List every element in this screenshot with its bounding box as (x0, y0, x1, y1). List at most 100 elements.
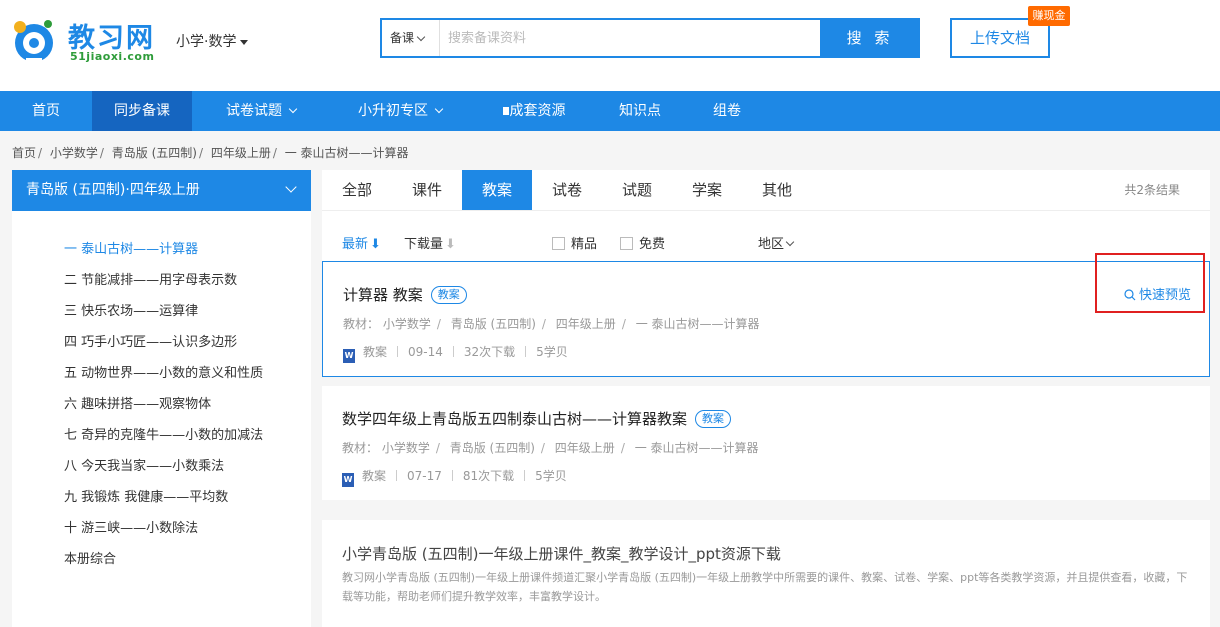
earn-cash-badge[interactable]: 赚现金 (1028, 6, 1070, 26)
result-title-text: 数学四年级上青岛版五四制泰山古树——计算器教案 (342, 410, 688, 428)
meta-edition: 青岛版 (五四制) (449, 441, 535, 455)
subject-label: 小学·数学 (176, 34, 237, 50)
upload-date: 09-14 (408, 345, 443, 359)
result-card[interactable]: 数学四年级上青岛版五四制泰山古树——计算器教案 教案 教材： 小学数学 / 青岛版 … (322, 386, 1210, 500)
region-label: 地区 (758, 237, 785, 252)
sort-newest-label: 最新 (342, 237, 369, 252)
free-label: 免费 (639, 237, 666, 252)
chevron-down-icon (288, 104, 298, 114)
main-nav: 首页 同步备课 试卷试题 小升初专区 成套资源 知识点 组卷 (0, 91, 1220, 131)
unit-item[interactable]: 七 奇异的克隆牛——小数的加减法 (64, 424, 263, 443)
tab-test-papers[interactable]: 试卷 (532, 170, 602, 210)
unit-item[interactable]: 九 我锻炼 我健康——平均数 (64, 486, 228, 505)
tab-other[interactable]: 其他 (742, 170, 812, 210)
type-tag: 教案 (430, 286, 467, 304)
nav-label: 成套资源 (509, 103, 566, 119)
result-meta: 教材： 小学数学 / 青岛版 (五四制) / 四年级上册 / 一 泰山古树——计算器 (342, 441, 759, 455)
nav-item-home[interactable]: 首页 (0, 91, 92, 131)
meta-subject: 小学数学 (382, 317, 431, 331)
unit-item[interactable]: 十 游三峡——小数除法 (64, 517, 198, 536)
seo-summary: 小学青岛版 (五四制)一年级上册课件_教案_教学设计_ppt资源下载 教习网小学… (322, 520, 1210, 627)
owl-logo-icon (14, 20, 53, 63)
tab-all[interactable]: 全部 (322, 170, 392, 210)
unit-item[interactable]: 三 快乐农场——运算律 (64, 300, 198, 319)
chevron-down-icon (434, 104, 444, 114)
filter-bar: 最新 ⬇ 下载量 ⬇ 精品 免费 地区 (322, 211, 1210, 261)
nav-item-knowledge[interactable]: 知识点 (604, 91, 676, 131)
nav-item-sync-prep[interactable]: 同步备课 (92, 91, 192, 131)
unit-item[interactable]: 一 泰山古树——计算器 (64, 238, 198, 257)
unit-item[interactable]: 六 趣味拼搭——观察物体 (64, 393, 211, 412)
site-logo[interactable]: 教习网 51jiaoxi.com (12, 16, 162, 66)
filter-free[interactable]: 免费 (620, 233, 665, 252)
nav-item-junior-entrance[interactable]: 小升初专区 (340, 91, 460, 131)
meta-prefix: 教材： (342, 441, 379, 455)
result-title[interactable]: 计算器 教案 教案 (343, 284, 467, 305)
download-count: 32次下载 (463, 345, 516, 359)
type-tag: 教案 (695, 410, 732, 428)
sort-newest[interactable]: 最新 ⬇ (342, 233, 381, 252)
breadcrumb-subject[interactable]: 小学数学 (50, 146, 98, 160)
seo-title: 小学青岛版 (五四制)一年级上册课件_教案_教学设计_ppt资源下载 (342, 545, 781, 563)
tab-questions[interactable]: 试题 (602, 170, 672, 210)
free-checkbox[interactable] (620, 237, 633, 250)
nav-label: 同步备课 (114, 103, 170, 119)
breadcrumb-home[interactable]: 首页 (12, 146, 36, 160)
search-input[interactable] (448, 20, 818, 56)
cost: 5学贝 (536, 345, 568, 359)
nav-label: 小升初专区 (358, 103, 428, 119)
arrow-down-icon: ⬇ (445, 237, 456, 252)
meta-grade: 四年级上册 (555, 317, 616, 331)
breadcrumb: 首页 / 小学数学 / 青岛版 (五四制) / 四年级上册 / 一 泰山古树——计算器 (12, 146, 409, 160)
resource-type-tabs: 全部 课件 教案 试卷 试题 学案 其他 共2条结果 (322, 170, 1210, 211)
chevron-down-icon (416, 32, 426, 42)
unit-item[interactable]: 二 节能减排——用字母表示数 (64, 269, 237, 288)
premium-checkbox[interactable] (552, 237, 565, 250)
sort-downloads-label: 下载量 (404, 237, 444, 252)
nav-label: 首页 (32, 103, 60, 119)
tab-courseware[interactable]: 课件 (392, 170, 462, 210)
result-card[interactable]: 计算器 教案 教案 教材： 小学数学 / 青岛版 (五四制) / 四年级上册 / 一 泰… (322, 261, 1210, 377)
textbook-selector[interactable]: 青岛版 (五四制)·四年级上册 (12, 170, 311, 211)
header: 教习网 51jiaoxi.com 小学·数学 备课 搜 索 上传文档 赚现金 (0, 0, 1220, 91)
upload-date: 07-17 (407, 469, 442, 483)
textbook-label: 青岛版 (五四制)·四年级上册 (26, 182, 200, 198)
nav-label: 组卷 (713, 103, 741, 119)
word-doc-icon: W (343, 349, 355, 363)
nav-item-papers[interactable]: 试卷试题 (205, 91, 317, 131)
breadcrumb-grade[interactable]: 四年级上册 (211, 146, 271, 160)
result-title[interactable]: 数学四年级上青岛版五四制泰山古树——计算器教案 教案 (342, 408, 732, 429)
meta-unit: 一 泰山古树——计算器 (635, 317, 760, 331)
filter-region[interactable]: 地区 (758, 233, 795, 252)
logo-domain: 51jiaoxi.com (70, 50, 155, 63)
search-type-label: 备课 (390, 31, 415, 45)
nav-item-resource-sets[interactable]: 成套资源 (488, 91, 580, 131)
unit-item[interactable]: 五 动物世界——小数的意义和性质 (64, 362, 263, 381)
word-doc-icon: W (342, 473, 354, 487)
caret-down-icon (240, 39, 249, 45)
filter-premium[interactable]: 精品 (552, 233, 597, 252)
result-info: W 教案 07-17 81次下载 5学贝 (342, 467, 567, 487)
cost: 5学贝 (535, 469, 567, 483)
result-info: W 教案 09-14 32次下载 5学贝 (343, 343, 568, 363)
unit-item[interactable]: 本册综合 (64, 548, 116, 567)
breadcrumb-unit: 一 泰山古树——计算器 (284, 146, 409, 160)
unit-item[interactable]: 八 今天我当家——小数乘法 (64, 455, 224, 474)
tab-lesson-plan[interactable]: 教案 (462, 170, 532, 210)
seo-description: 教习网小学青岛版 (五四制)一年级上册课件频道汇聚小学青岛版 (五四制)一年级上… (342, 571, 1188, 603)
premium-label: 精品 (571, 237, 598, 252)
tab-study-guide[interactable]: 学案 (672, 170, 742, 210)
search-type-dropdown[interactable]: 备课 (382, 20, 440, 56)
square-icon (502, 107, 509, 115)
chevron-down-icon (785, 237, 795, 247)
result-count: 共2条结果 (1124, 183, 1180, 197)
sort-downloads[interactable]: 下载量 ⬇ (404, 233, 456, 252)
subject-selector[interactable]: 小学·数学 (176, 31, 249, 51)
meta-prefix: 教材： (343, 317, 380, 331)
search-button[interactable]: 搜 索 (820, 18, 920, 58)
breadcrumb-edition[interactable]: 青岛版 (五四制) (112, 146, 197, 160)
nav-item-compose-paper[interactable]: 组卷 (700, 91, 754, 131)
unit-item[interactable]: 四 巧手小巧匠——认识多边形 (64, 331, 237, 350)
arrow-down-icon: ⬇ (370, 237, 381, 252)
file-type: 教案 (363, 345, 388, 359)
